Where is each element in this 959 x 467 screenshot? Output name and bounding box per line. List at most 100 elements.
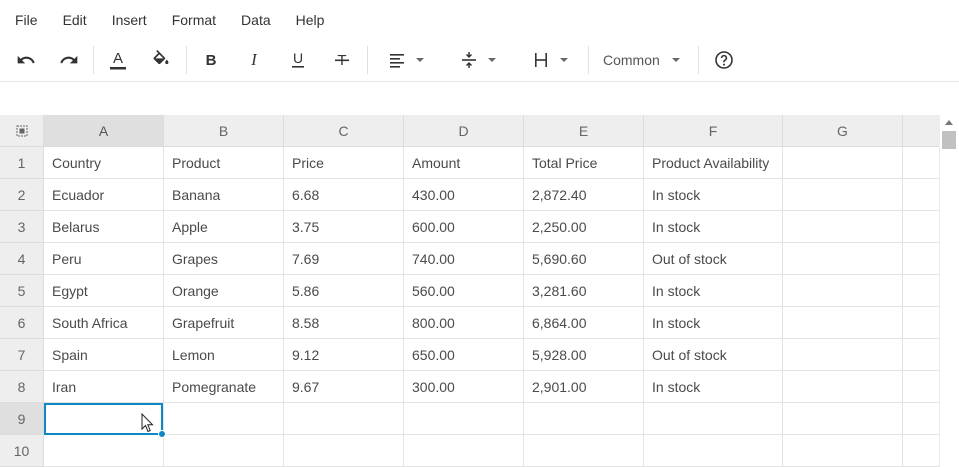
underline-button[interactable]: U: [284, 40, 312, 80]
column-header-f[interactable]: F: [644, 115, 783, 147]
cell-f2[interactable]: In stock: [644, 179, 783, 211]
cell-g9[interactable]: [783, 403, 903, 435]
cell-partial[interactable]: [903, 371, 939, 403]
cell-partial[interactable]: [903, 147, 939, 179]
cell-a4[interactable]: Peru: [44, 243, 164, 275]
row-header-8[interactable]: 8: [0, 371, 44, 403]
cell-c4[interactable]: 7.69: [284, 243, 404, 275]
fill-handle[interactable]: [158, 430, 166, 438]
cell-a3[interactable]: Belarus: [44, 211, 164, 243]
vertical-scrollbar[interactable]: [939, 115, 959, 467]
cell-b2[interactable]: Banana: [164, 179, 284, 211]
cell-d6[interactable]: 800.00: [404, 307, 524, 339]
cell-c2[interactable]: 6.68: [284, 179, 404, 211]
fill-color-button[interactable]: [147, 40, 175, 80]
cell-partial[interactable]: [903, 307, 939, 339]
cell-e9[interactable]: [524, 403, 644, 435]
cell-c10[interactable]: [284, 435, 404, 467]
column-header-partial[interactable]: [903, 115, 939, 147]
cell-partial[interactable]: [903, 275, 939, 307]
menu-format[interactable]: Format: [172, 12, 216, 28]
cell-d7[interactable]: 650.00: [404, 339, 524, 371]
redo-button[interactable]: [55, 40, 83, 80]
cell-c6[interactable]: 8.58: [284, 307, 404, 339]
cell-g4[interactable]: [783, 243, 903, 275]
cell-partial[interactable]: [903, 211, 939, 243]
cell-e3[interactable]: 2,250.00: [524, 211, 644, 243]
cell-partial[interactable]: [903, 339, 939, 371]
cell-g2[interactable]: [783, 179, 903, 211]
row-header-9[interactable]: 9: [0, 403, 44, 435]
cell-d2[interactable]: 430.00: [404, 179, 524, 211]
cell-b10[interactable]: [164, 435, 284, 467]
cell-a7[interactable]: Spain: [44, 339, 164, 371]
bold-button[interactable]: B: [197, 40, 225, 80]
cell-g10[interactable]: [783, 435, 903, 467]
cell-d9[interactable]: [404, 403, 524, 435]
cell-g7[interactable]: [783, 339, 903, 371]
menu-data[interactable]: Data: [241, 12, 271, 28]
row-header-6[interactable]: 6: [0, 307, 44, 339]
scroll-up-arrow-icon[interactable]: [945, 120, 953, 125]
cell-partial[interactable]: [903, 403, 939, 435]
cell-e4[interactable]: 5,690.60: [524, 243, 644, 275]
cell-a2[interactable]: Ecuador: [44, 179, 164, 211]
row-header-10[interactable]: 10: [0, 435, 44, 467]
italic-button[interactable]: I: [240, 40, 268, 80]
cell-c1[interactable]: Price: [284, 147, 404, 179]
cell-e7[interactable]: 5,928.00: [524, 339, 644, 371]
cell-b9[interactable]: [164, 403, 284, 435]
cell-partial[interactable]: [903, 435, 939, 467]
menu-insert[interactable]: Insert: [112, 12, 147, 28]
row-header-1[interactable]: 1: [0, 147, 44, 179]
cell-a6[interactable]: South Africa: [44, 307, 164, 339]
formula-bar[interactable]: [0, 81, 959, 115]
cell-f1[interactable]: Product Availability: [644, 147, 783, 179]
row-header-5[interactable]: 5: [0, 275, 44, 307]
select-all-corner[interactable]: [0, 115, 44, 147]
cell-d1[interactable]: Amount: [404, 147, 524, 179]
cell-b7[interactable]: Lemon: [164, 339, 284, 371]
column-header-c[interactable]: C: [284, 115, 404, 147]
cell-f5[interactable]: In stock: [644, 275, 783, 307]
cell-partial[interactable]: [903, 243, 939, 275]
cell-f7[interactable]: Out of stock: [644, 339, 783, 371]
cell-e10[interactable]: [524, 435, 644, 467]
cell-e5[interactable]: 3,281.60: [524, 275, 644, 307]
vertical-align-button[interactable]: [452, 40, 502, 80]
cell-b6[interactable]: Grapefruit: [164, 307, 284, 339]
cell-d10[interactable]: [404, 435, 524, 467]
cell-a5[interactable]: Egypt: [44, 275, 164, 307]
cell-c9[interactable]: [284, 403, 404, 435]
help-button[interactable]: [710, 40, 738, 80]
cell-a10[interactable]: [44, 435, 164, 467]
column-header-e[interactable]: E: [524, 115, 644, 147]
cell-d4[interactable]: 740.00: [404, 243, 524, 275]
cell-g6[interactable]: [783, 307, 903, 339]
column-header-g[interactable]: G: [783, 115, 903, 147]
cell-c8[interactable]: 9.67: [284, 371, 404, 403]
row-header-7[interactable]: 7: [0, 339, 44, 371]
cell-e6[interactable]: 6,864.00: [524, 307, 644, 339]
cell-g5[interactable]: [783, 275, 903, 307]
cell-b5[interactable]: Orange: [164, 275, 284, 307]
cell-a1[interactable]: Country: [44, 147, 164, 179]
undo-button[interactable]: [12, 40, 40, 80]
cell-f10[interactable]: [644, 435, 783, 467]
cell-f9[interactable]: [644, 403, 783, 435]
cell-e1[interactable]: Total Price: [524, 147, 644, 179]
align-button[interactable]: [380, 40, 430, 80]
cell-partial[interactable]: [903, 179, 939, 211]
cell-b4[interactable]: Grapes: [164, 243, 284, 275]
column-header-a[interactable]: A: [44, 115, 164, 147]
cell-e2[interactable]: 2,872.40: [524, 179, 644, 211]
column-header-d[interactable]: D: [404, 115, 524, 147]
cell-g8[interactable]: [783, 371, 903, 403]
cell-b8[interactable]: Pomegranate: [164, 371, 284, 403]
cell-g1[interactable]: [783, 147, 903, 179]
cell-b3[interactable]: Apple: [164, 211, 284, 243]
menu-edit[interactable]: Edit: [63, 12, 87, 28]
cell-b1[interactable]: Product: [164, 147, 284, 179]
cell-a8[interactable]: Iran: [44, 371, 164, 403]
text-color-button[interactable]: A: [104, 40, 132, 80]
